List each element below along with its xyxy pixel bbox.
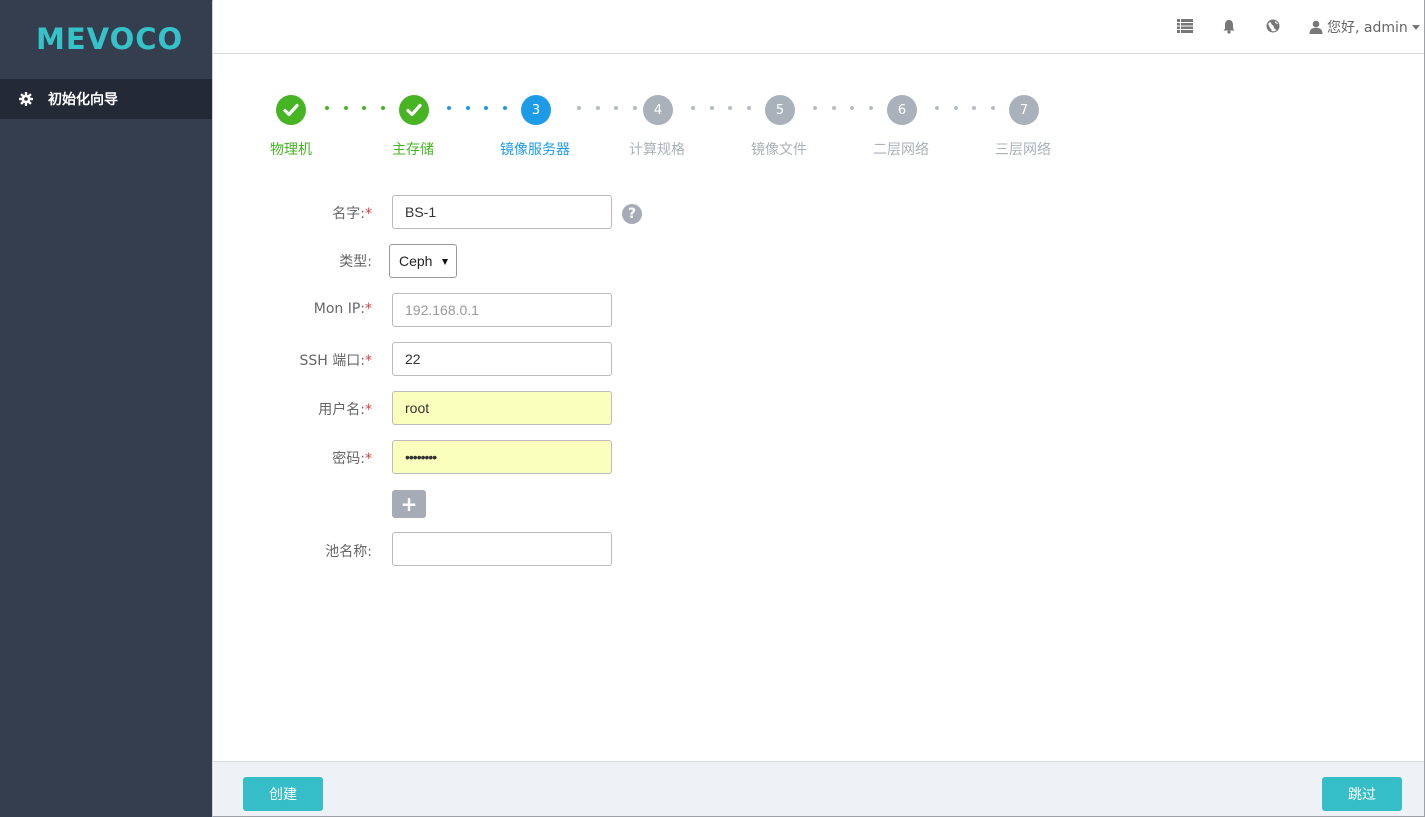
pool-name-field[interactable] [392,532,612,566]
help-icon[interactable]: ? [622,204,642,224]
user-menu[interactable]: 您好, admin [1309,17,1420,37]
sidebar: MEVOCO [0,0,212,817]
password-field[interactable]: •••••••• [392,440,612,474]
mon-ip-field[interactable]: 192.168.0.1 [392,293,612,327]
type-select-value: Ceph [399,253,433,269]
wizard-step-label[interactable]: 镜像服务器 [500,139,570,159]
username-field[interactable]: root [392,391,612,425]
wizard-step-label[interactable]: 主存储 [392,139,434,159]
add-mon-ip-button[interactable]: + [392,490,426,518]
sidebar-item-label: 初始化向导 [48,92,118,108]
user-icon [1309,20,1323,34]
sidebar-item-init-wizard[interactable]: 初始化向导 [0,79,212,119]
ssh-port-label: SSH 端口:* [299,353,372,369]
skip-button[interactable]: 跳过 [1322,777,1402,811]
password-label: 密码:* [332,451,372,467]
step-connector [447,106,507,110]
dropdown-arrow-icon [442,259,448,265]
wizard-step-label[interactable]: 计算规格 [629,139,685,159]
check-icon [406,103,422,117]
step-connector [691,106,751,110]
step-connector [325,106,385,110]
ssh-port-field[interactable]: 22 [392,342,612,376]
type-select[interactable]: Ceph [389,244,457,278]
wizard-step-label[interactable]: 物理机 [270,139,312,159]
name-field[interactable]: BS-1 [392,195,612,229]
wizard-step-5[interactable]: 5 [765,95,795,125]
logo-text: MEVOCO [36,22,184,56]
wizard-step-label[interactable]: 三层网络 [995,139,1051,159]
wizard-step-2[interactable] [399,95,429,125]
wizard-step-6[interactable]: 6 [887,95,917,125]
type-label: 类型: [339,254,372,270]
wizard-step-4[interactable]: 4 [643,95,673,125]
footer-bar [213,761,1424,816]
globe-icon[interactable] [1264,17,1282,35]
bell-icon[interactable] [1220,17,1238,35]
step-connector [935,106,995,110]
wizard-step-label[interactable]: 镜像文件 [751,139,807,159]
name-label: 名字:* [332,206,372,222]
list-icon[interactable] [1176,17,1194,35]
create-button[interactable]: 创建 [243,777,323,811]
wizard-step-label[interactable]: 二层网络 [873,139,929,159]
pool-name-label: 池名称: [325,544,372,560]
user-greeting: 您好, admin [1327,20,1408,36]
step-connector [813,106,873,110]
wizard-step-1[interactable] [276,95,306,125]
step-connector [577,106,637,110]
top-bar: 您好, admin [213,0,1424,54]
wizard-step-7[interactable]: 7 [1009,95,1039,125]
chevron-down-icon [1411,24,1420,30]
logo[interactable]: MEVOCO [0,0,212,78]
check-icon [283,103,299,117]
mon-ip-label: Mon IP:* [313,301,372,317]
wizard-step-3[interactable]: 3 [521,95,551,125]
username-label: 用户名:* [318,402,372,418]
gear-icon [19,92,33,106]
